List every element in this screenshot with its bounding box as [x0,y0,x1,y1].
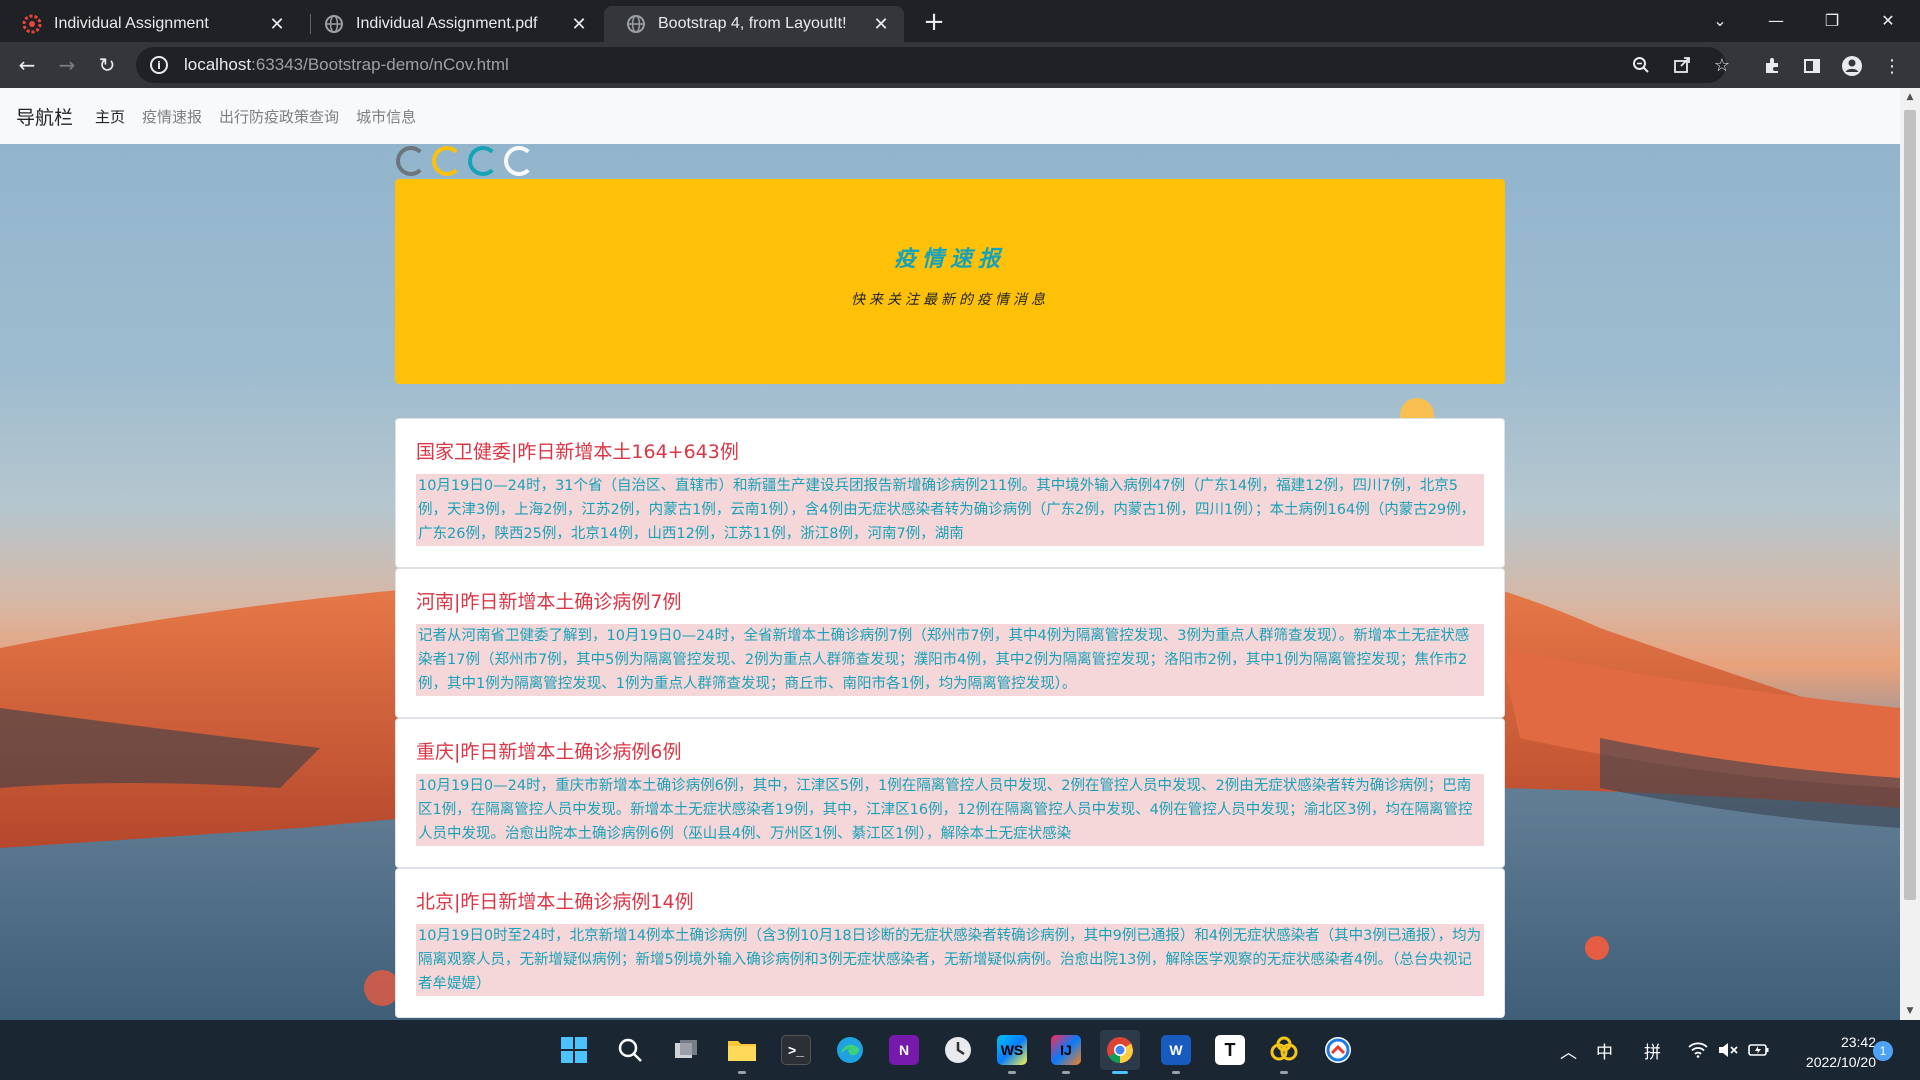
onenote-icon[interactable]: N [884,1030,924,1070]
tab-title: Individual Assignment.pdf [356,15,538,32]
loading-spinners [396,146,534,176]
banner-title: 疫情速报 [893,246,1006,272]
news-card-text: 10月19日0时至24时，北京新增14例本土确诊病例（含3例10月18日诊断的无… [416,924,1484,996]
banner-subtitle: 快来关注最新的疫情消息 [851,292,1049,308]
site-info-icon[interactable]: i [150,56,168,74]
tab-bootstrap-layoutit[interactable]: Bootstrap 4, from LayoutIt! ✕ [604,6,904,42]
show-hidden-icons-chevron-icon[interactable]: ︿ [1560,1020,1577,1080]
running-indicator [738,1071,746,1074]
page-scrollbar[interactable]: ▲ ▼ [1900,88,1920,1020]
nav-link-city-info[interactable]: 城市信息 [356,106,416,127]
zoom-icon[interactable] [1630,54,1652,76]
news-card-list: 国家卫健委|昨日新增本土164+643例 10月19日0—24时，31个省（自治… [395,418,1505,1018]
reload-icon[interactable]: ↻ [91,49,123,81]
news-card-title[interactable]: 国家卫健委|昨日新增本土164+643例 [416,437,1484,464]
edge-browser-icon[interactable] [830,1030,870,1070]
globe-icon [626,14,646,34]
back-arrow-icon[interactable]: ← [11,49,43,81]
close-window-icon[interactable]: ✕ [1860,0,1916,40]
close-tab-icon[interactable]: ✕ [568,13,590,35]
site-navbar: 导航栏 主页 疫情速报 出行防疫政策查询 城市信息 [0,88,1900,144]
news-card-text: 10月19日0—24时，重庆市新增本土确诊病例6例，其中，江津区5例，1例在隔离… [416,774,1484,846]
windows-taskbar: >_ N WS IJ W T ︿ 中 拼 23:42 2022/10/20 [0,1020,1920,1080]
speaker-muted-icon[interactable] [1718,1020,1738,1080]
running-indicator [1172,1071,1180,1074]
task-view-icon[interactable] [666,1030,706,1070]
webstorm-icon[interactable]: WS [992,1030,1032,1074]
extensions-icon[interactable] [1760,54,1784,78]
browser-toolbar: ← → ↻ i localhost:63343/Bootstrap-demo/n… [0,42,1920,88]
nav-link-epidemic-news[interactable]: 疫情速报 [142,106,202,127]
running-indicator [1062,1071,1070,1074]
tab-individual-assignment[interactable]: Individual Assignment ✕ [0,6,300,42]
news-card: 国家卫健委|昨日新增本土164+643例 10月19日0—24时，31个省（自治… [395,418,1505,568]
running-indicator [1280,1071,1288,1074]
close-tab-icon[interactable]: ✕ [266,13,288,35]
ime-language-indicator[interactable]: 中 [1596,1020,1613,1080]
globe-icon [324,14,344,34]
speedtest-icon[interactable] [1318,1030,1358,1070]
baidu-netdisk-icon[interactable] [1264,1030,1304,1074]
search-icon[interactable] [610,1030,650,1070]
ime-mode-indicator[interactable]: 拼 [1644,1020,1661,1080]
nav-link-travel-policy[interactable]: 出行防疫政策查询 [219,106,339,127]
profile-avatar-icon[interactable] [1840,54,1864,78]
windows-start-icon[interactable] [554,1030,594,1070]
system-clock[interactable]: 23:42 2022/10/20 [1786,1032,1876,1072]
news-card-text: 10月19日0—24时，31个省（自治区、直辖市）和新疆生产建设兵团报告新增确诊… [416,474,1484,546]
scrollbar-thumb[interactable] [1904,110,1916,900]
spinner-icon [468,146,498,176]
news-card: 北京|昨日新增本土确诊病例14例 10月19日0时至24时，北京新增14例本土确… [395,868,1505,1018]
typora-icon[interactable]: T [1210,1030,1250,1070]
jumbotron-banner: 疫情速报 快来关注最新的疫情消息 [395,179,1505,384]
restore-icon[interactable]: ❐ [1804,0,1860,40]
forward-arrow-icon[interactable]: → [51,49,83,81]
chrome-icon[interactable] [1100,1030,1140,1074]
side-panel-icon[interactable] [1800,54,1824,78]
close-tab-icon[interactable]: ✕ [870,13,892,35]
url-text[interactable]: localhost:63343/Bootstrap-demo/nCov.html [184,55,509,75]
page-viewport: 导航栏 主页 疫情速报 出行防疫政策查询 城市信息 疫情速报 快来关注最新的疫情… [0,88,1900,1020]
tab-individual-assignment-pdf[interactable]: Individual Assignment.pdf ✕ [302,6,602,42]
new-tab-button[interactable]: + [920,7,948,37]
running-indicator [1112,1071,1128,1074]
scroll-down-arrow-icon[interactable]: ▼ [1900,1002,1920,1020]
share-icon[interactable] [1671,54,1693,76]
tab-title: Individual Assignment [54,15,209,32]
clock-date: 2022/10/20 [1805,1054,1876,1070]
spinner-icon [504,146,534,176]
running-indicator [1008,1071,1016,1074]
bookmark-star-icon[interactable]: ☆ [1711,54,1733,76]
tab-strip: Individual Assignment ✕ Individual Assig… [0,0,1920,42]
scroll-up-arrow-icon[interactable]: ▲ [1900,88,1920,106]
news-card-title[interactable]: 北京|昨日新增本土确诊病例14例 [416,887,1484,914]
notification-badge[interactable]: 1 [1873,1041,1893,1061]
news-card: 河南|昨日新增本土确诊病例7例 记者从河南省卫健委了解到，10月19日0—24时… [395,568,1505,718]
news-card-title[interactable]: 河南|昨日新增本土确诊病例7例 [416,587,1484,614]
news-card-title[interactable]: 重庆|昨日新增本土确诊病例6例 [416,737,1484,764]
tab-search-icon[interactable]: ⌄ [1692,0,1748,40]
tab-title: Bootstrap 4, from LayoutIt! [658,15,847,32]
navbar-brand[interactable]: 导航栏 [16,103,73,130]
terminal-icon[interactable]: >_ [776,1030,816,1070]
news-card-text: 记者从河南省卫健委了解到，10月19日0—24时，全省新增本土确诊病例7例（郑州… [416,624,1484,696]
more-menu-icon[interactable]: ⋮ [1880,54,1904,78]
clock-time: 23:42 [1840,1034,1876,1050]
gear-favicon-icon [22,14,42,34]
spinner-icon [432,146,462,176]
address-bar[interactable]: i localhost:63343/Bootstrap-demo/nCov.ht… [136,47,1726,83]
intellij-icon[interactable]: IJ [1046,1030,1086,1074]
file-explorer-icon[interactable] [722,1030,762,1074]
news-card: 重庆|昨日新增本土确诊病例6例 10月19日0—24时，重庆市新增本土确诊病例6… [395,718,1505,868]
wifi-icon[interactable] [1688,1020,1708,1080]
nav-link-home[interactable]: 主页 [95,106,125,127]
spinner-icon [396,146,426,176]
minimize-icon[interactable]: — [1748,0,1804,40]
word-icon[interactable]: W [1156,1030,1196,1074]
clock-app-icon[interactable] [938,1030,978,1070]
battery-charging-icon[interactable] [1748,1020,1770,1080]
